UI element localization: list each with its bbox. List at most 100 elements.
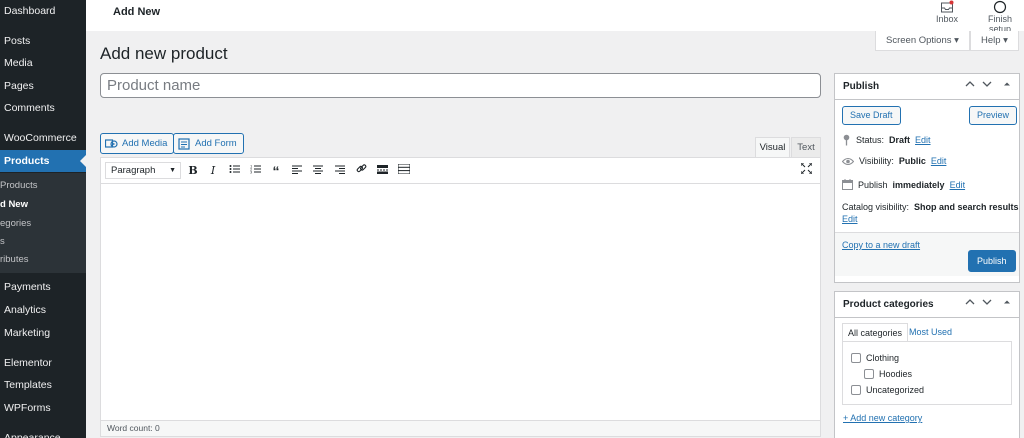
tab-text[interactable]: Text <box>791 137 821 157</box>
tab-all-categories[interactable]: All categories <box>842 323 909 342</box>
status-row: Status: Draft Edit <box>842 134 931 146</box>
align-left-icon[interactable] <box>289 163 305 179</box>
submenu-item-add-new[interactable]: d New <box>0 196 28 214</box>
read-more-icon[interactable] <box>374 163 390 179</box>
product-name-input[interactable] <box>100 73 821 98</box>
align-center-icon[interactable] <box>310 163 326 179</box>
sidebar-item-woocommerce[interactable]: WooCommerce <box>0 127 86 149</box>
toggle-panel-icon[interactable] <box>1003 297 1011 309</box>
edit-status-link[interactable]: Edit <box>915 135 931 145</box>
publish-button[interactable]: Publish <box>968 250 1016 272</box>
add-media-label: Add Media <box>122 138 168 149</box>
media-icon <box>105 138 118 148</box>
editor-content-area[interactable] <box>101 185 820 420</box>
sidebar-item-templates[interactable]: Templates <box>0 374 86 396</box>
submenu-item-all-products[interactable]: Products <box>0 177 38 195</box>
publish-date-value: immediately <box>892 179 945 190</box>
sidebar-item-dashboard[interactable]: Dashboard <box>0 0 86 22</box>
chevron-down-icon[interactable] <box>982 79 992 91</box>
category-item-clothing[interactable]: Clothing <box>851 353 899 363</box>
sidebar-item-media[interactable]: Media <box>0 52 86 74</box>
add-form-label: Add Form <box>195 138 237 149</box>
chevron-down-icon: ▼ <box>169 167 176 174</box>
bullet-list-icon[interactable] <box>226 163 242 179</box>
tab-visual[interactable]: Visual <box>755 137 790 157</box>
edit-publish-date-link[interactable]: Edit <box>950 180 966 190</box>
sidebar-item-analytics[interactable]: Analytics <box>0 299 86 321</box>
catalog-visibility-label: Catalog visibility: <box>842 202 910 212</box>
finish-setup-button[interactable]: Finish setup <box>976 0 1024 34</box>
preview-button[interactable]: Preview <box>969 106 1018 125</box>
checkbox[interactable] <box>851 385 861 395</box>
blockquote-icon[interactable]: “ <box>268 163 284 179</box>
category-item-uncategorized[interactable]: Uncategorized <box>851 385 924 395</box>
catalog-edit-row: Edit <box>842 214 858 224</box>
chevron-down-icon[interactable] <box>982 297 992 309</box>
svg-text:3: 3 <box>250 171 252 175</box>
checkbox[interactable] <box>851 353 861 363</box>
bold-icon[interactable]: B <box>185 163 201 179</box>
visibility-value: Public <box>898 156 926 166</box>
inbox-icon <box>941 0 954 13</box>
format-select-value: Paragraph <box>111 165 156 176</box>
visibility-label: Visibility: <box>859 156 894 166</box>
add-form-button[interactable]: Add Form <box>173 133 244 154</box>
sidebar-item-elementor[interactable]: Elementor <box>0 352 86 374</box>
editor-toolbar: Paragraph ▼ B I 123 “ <box>101 158 820 184</box>
product-categories-box: Product categories All categories Most U… <box>834 291 1020 438</box>
status-value: Draft <box>889 135 911 145</box>
italic-icon[interactable]: I <box>205 163 221 179</box>
sidebar-item-marketing[interactable]: Marketing <box>0 322 86 344</box>
page-title: Add new product <box>100 44 228 63</box>
align-right-icon[interactable] <box>332 163 348 179</box>
top-header-bar: Add New Inbox Finish setup <box>86 0 1024 34</box>
inbox-button[interactable]: Inbox <box>932 0 962 24</box>
fullscreen-icon[interactable] <box>798 162 814 179</box>
copy-to-draft-link[interactable]: Copy to a new draft <box>842 240 920 250</box>
sidebar-item-wpforms[interactable]: WPForms <box>0 397 86 419</box>
toggle-panel-icon[interactable] <box>1003 79 1011 91</box>
categories-box-header: Product categories <box>835 292 1019 318</box>
category-item-hoodies[interactable]: Hoodies <box>864 369 912 379</box>
form-icon <box>178 137 190 150</box>
format-select[interactable]: Paragraph ▼ <box>105 162 181 179</box>
sidebar-item-appearance[interactable]: Appearance <box>0 427 86 438</box>
calendar-icon <box>842 179 853 190</box>
publish-box: Publish Save Draft Preview Status: Draft … <box>834 73 1020 283</box>
visibility-row: Visibility: Public Edit <box>842 156 946 166</box>
content-editor: Paragraph ▼ B I 123 “ Word count: 0 <box>100 157 821 437</box>
chevron-up-icon[interactable] <box>965 297 975 309</box>
sidebar-item-payments[interactable]: Payments <box>0 276 86 298</box>
sidebar-item-pages[interactable]: Pages <box>0 75 86 97</box>
eye-icon <box>842 157 854 165</box>
submenu-item-tags[interactable]: s <box>0 233 5 251</box>
pin-icon <box>843 134 850 146</box>
header-title: Add New <box>113 6 161 18</box>
checkbox[interactable] <box>864 369 874 379</box>
category-label: Uncategorized <box>866 385 925 395</box>
submenu-item-attributes[interactable]: ributes <box>0 251 29 269</box>
publish-box-header: Publish <box>835 74 1019 100</box>
save-draft-button[interactable]: Save Draft <box>842 106 901 125</box>
help-button[interactable]: Help ▾ <box>970 31 1019 51</box>
submenu-item-categories[interactable]: egories <box>0 215 31 233</box>
chevron-up-icon[interactable] <box>965 79 975 91</box>
toolbar-toggle-icon[interactable] <box>396 163 412 179</box>
add-media-button[interactable]: Add Media <box>100 133 175 154</box>
category-label: Clothing <box>866 353 900 363</box>
sidebar-item-products[interactable]: Products <box>0 150 86 172</box>
edit-catalog-visibility-link[interactable]: Edit <box>842 214 858 224</box>
add-new-category-link[interactable]: + Add new category <box>843 413 922 423</box>
publish-box-title: Publish <box>843 81 880 92</box>
tab-most-used[interactable]: Most Used <box>904 323 957 342</box>
catalog-visibility-value: Shop and search results <box>914 202 1019 212</box>
publish-actions: Copy to a new draft Publish <box>835 232 1019 276</box>
numbered-list-icon[interactable]: 123 <box>247 163 263 179</box>
link-icon[interactable] <box>353 163 369 179</box>
publish-date-row: Publish immediately Edit <box>842 179 965 190</box>
screen-options-button[interactable]: Screen Options ▾ <box>875 31 970 51</box>
sidebar-item-comments[interactable]: Comments <box>0 97 86 119</box>
catalog-visibility-row: Catalog visibility: Shop and search resul… <box>842 202 1019 212</box>
sidebar-item-posts[interactable]: Posts <box>0 30 86 52</box>
edit-visibility-link[interactable]: Edit <box>931 156 947 166</box>
